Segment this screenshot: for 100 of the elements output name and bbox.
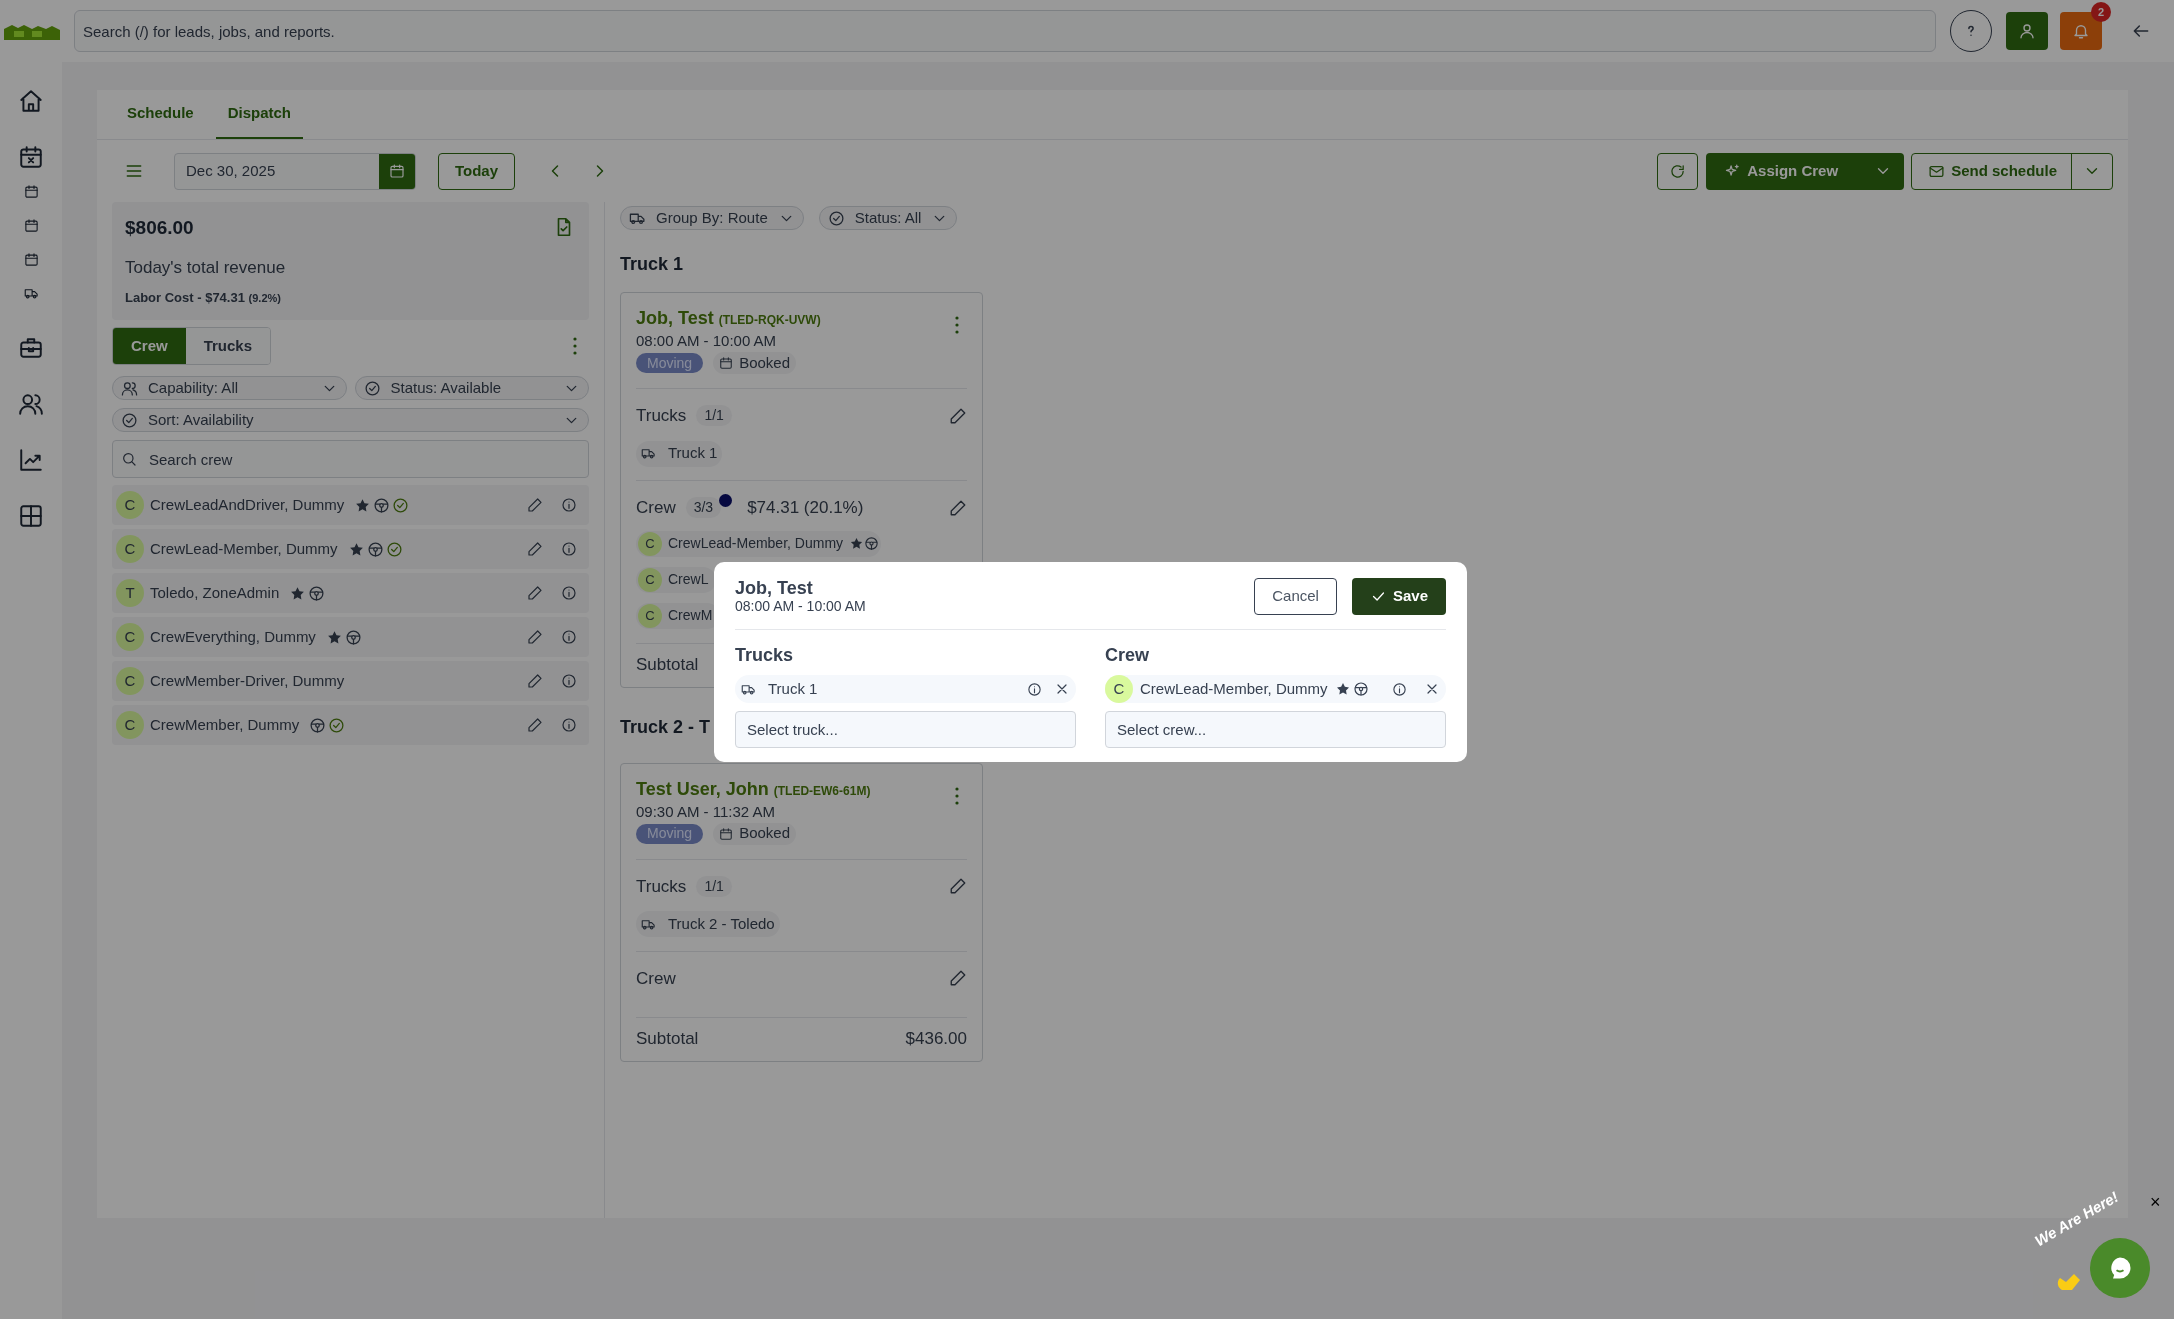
avatar: C — [116, 711, 144, 739]
info-button[interactable] — [561, 585, 577, 601]
filter-dropdown[interactable]: Status: All — [818, 206, 958, 230]
status-badge: Booked — [713, 822, 796, 845]
avatar: C — [116, 623, 144, 651]
pencil-icon — [949, 877, 967, 896]
edit-button[interactable] — [949, 877, 967, 896]
refresh-button[interactable] — [1657, 152, 1699, 190]
pencil-icon — [527, 717, 543, 733]
info-button[interactable] — [561, 497, 577, 513]
grid-icon[interactable] — [18, 503, 44, 529]
edit-button[interactable] — [527, 673, 543, 689]
close-button[interactable]: × — [2150, 1193, 2161, 1211]
crew-name: Toledo, ZoneAdmin — [150, 582, 280, 603]
calendar-icon[interactable] — [23, 218, 39, 233]
filter-dropdown[interactable]: Sort: Availability — [112, 408, 589, 432]
tab[interactable]: Dispatch — [215, 90, 304, 139]
info-button[interactable] — [1392, 681, 1407, 697]
info-button[interactable] — [561, 541, 577, 557]
job-time: 08:00 AM - 10:00 AM — [636, 332, 778, 350]
avatar: C — [638, 567, 662, 592]
more-button[interactable] — [573, 337, 577, 355]
crew-row[interactable]: T Toledo, ZoneAdmin — [112, 573, 589, 613]
info-button[interactable] — [561, 673, 577, 689]
more-button[interactable] — [955, 315, 959, 335]
briefcase-icon[interactable] — [18, 335, 44, 361]
chart-icon[interactable] — [18, 447, 44, 473]
today-button[interactable]: Today — [438, 152, 516, 190]
edit-button[interactable] — [527, 541, 543, 557]
crew-chip: C CrewL — [636, 566, 717, 593]
people-icon[interactable] — [18, 391, 44, 417]
truck-icon[interactable] — [23, 286, 39, 301]
filter-dropdown[interactable]: Group By: Route — [620, 206, 804, 230]
section-title: Crew — [1105, 644, 1150, 667]
crew-row[interactable]: C CrewMember-Driver, Dummy — [112, 661, 589, 701]
job-title[interactable]: Job, Test (TLED-RQK-UVW) — [636, 305, 955, 332]
truck-chip: Truck 1 — [735, 675, 1076, 703]
avatar: C — [638, 531, 662, 556]
more-button[interactable] — [955, 785, 959, 806]
info-icon — [561, 497, 577, 513]
home-icon[interactable] — [18, 88, 44, 114]
revenue-amount: $806.00 — [125, 216, 194, 240]
edit-button[interactable] — [949, 969, 967, 988]
job-title[interactable]: Test User, John (TLED-EW6-61M) — [636, 775, 955, 803]
filter-dropdown[interactable]: Capability: All — [112, 376, 347, 400]
crew-chip: C CrewLead-Member, Dummy — [636, 530, 882, 557]
crew-row[interactable]: C CrewMember, Dummy — [112, 705, 589, 745]
crew-name: CrewLead-Member, Dummy — [150, 538, 338, 559]
filter-dropdown[interactable]: Status: Available — [354, 376, 589, 400]
calendar-icon[interactable] — [18, 144, 44, 170]
notification-badge: 2 — [2091, 2, 2111, 22]
calendar-icon[interactable] — [23, 252, 39, 267]
avatar: C — [116, 535, 144, 563]
calendar-icon[interactable] — [23, 184, 39, 199]
avatar: T — [116, 579, 144, 607]
refresh-icon — [1669, 162, 1687, 180]
date-field[interactable]: Dec 30, 2025 — [174, 152, 416, 190]
calendar-icon — [719, 356, 734, 370]
calendar-button[interactable] — [379, 153, 415, 189]
info-icon — [1392, 681, 1407, 697]
search-icon — [121, 451, 137, 467]
chat-button[interactable] — [2090, 1238, 2150, 1298]
section-label: Crew — [636, 497, 676, 519]
crew-row[interactable]: C CrewEverything, Dummy — [112, 617, 589, 657]
edit-button[interactable] — [527, 585, 543, 601]
info-icon — [1027, 681, 1042, 697]
info-button[interactable] — [1027, 681, 1042, 697]
edit-button[interactable] — [949, 406, 967, 425]
calendar-icon — [389, 163, 405, 179]
truck-chip: Truck 1 — [636, 440, 723, 467]
job-type-badge: Moving — [636, 823, 704, 844]
avatar: C — [116, 491, 144, 519]
edit-button[interactable] — [527, 717, 543, 733]
edit-button[interactable] — [949, 498, 967, 517]
count-badge: 1/1 — [696, 875, 732, 897]
pencil-icon — [527, 585, 543, 601]
cancel-button[interactable]: Cancel — [1254, 578, 1337, 615]
truck-select-field[interactable]: Select truck... — [735, 711, 1076, 748]
bell-icon — [2072, 22, 2090, 40]
crew-name: CrewLeadAndDriver, Dummy — [150, 494, 345, 515]
calendar-icon — [719, 826, 734, 841]
revenue-label: Today's total revenue — [125, 256, 287, 279]
status-badge: Booked — [713, 352, 796, 374]
tab[interactable]: Crew — [113, 328, 186, 364]
info-icon — [561, 673, 577, 689]
edit-button[interactable] — [527, 629, 543, 645]
tab[interactable]: Trucks — [185, 328, 271, 364]
crew-row[interactable]: C CrewLeadAndDriver, Dummy — [112, 485, 589, 525]
people-icon — [121, 379, 138, 397]
profile-button[interactable] — [2006, 12, 2048, 50]
info-button[interactable] — [561, 629, 577, 645]
info-button[interactable] — [561, 717, 577, 733]
search-field[interactable]: Search (/) for leads, jobs, and reports. — [74, 10, 1936, 52]
edit-button[interactable] — [527, 497, 543, 513]
crew-select-field[interactable]: Select crew... — [1105, 711, 1446, 748]
save-button[interactable]: Save — [1351, 578, 1446, 615]
count-badge: 3/3 — [685, 497, 722, 519]
search-field[interactable]: Search crew — [112, 440, 589, 478]
tab[interactable]: Schedule — [115, 90, 206, 139]
crew-row[interactable]: C CrewLead-Member, Dummy — [112, 529, 589, 569]
